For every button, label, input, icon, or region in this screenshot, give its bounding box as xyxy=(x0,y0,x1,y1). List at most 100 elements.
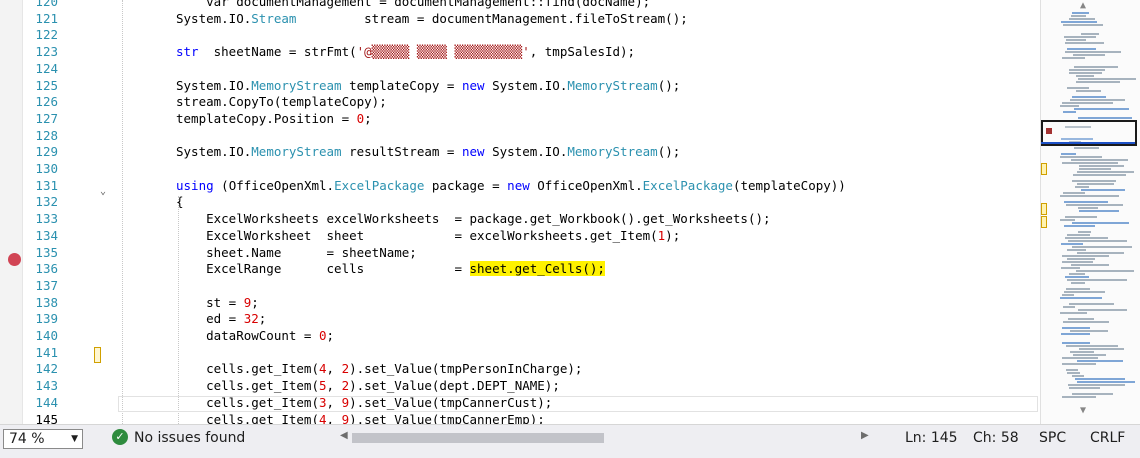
code-line[interactable]: 131 using (OfficeOpenXml.ExcelPackage pac… xyxy=(0,178,1040,194)
code-line[interactable]: 128 xyxy=(0,128,1040,144)
minimap-line xyxy=(1062,102,1113,104)
minimap-line xyxy=(1068,384,1125,386)
minimap-breakpoint-marker xyxy=(1046,128,1052,134)
minimap-line xyxy=(1072,246,1132,248)
code-line[interactable]: 126 stream.CopyTo(templateCopy); xyxy=(0,94,1040,110)
minimap-line xyxy=(1069,303,1114,305)
issues-status[interactable]: No issues found xyxy=(134,428,245,448)
scroll-right-icon[interactable]: ▶ xyxy=(861,430,869,441)
code-line[interactable]: 139 ed = 32; xyxy=(0,311,1040,327)
line-number-indicator[interactable]: Ln: 145 xyxy=(905,428,958,448)
minimap-line xyxy=(1066,204,1123,206)
minimap-line xyxy=(1072,375,1084,377)
whitespace-mode[interactable]: SPC xyxy=(1039,428,1066,448)
line-number: 145 xyxy=(35,411,58,425)
code-line[interactable]: 133 ExcelWorksheets excelWorksheets = pa… xyxy=(0,211,1040,227)
minimap-line xyxy=(1078,117,1132,119)
minimap-line xyxy=(1066,39,1086,41)
minimap-line xyxy=(1073,174,1126,176)
code-line[interactable]: 129 System.IO.MemoryStream resultStream =… xyxy=(0,144,1040,160)
code-line[interactable]: 140 dataRowCount = 0; xyxy=(0,328,1040,344)
minimap-line xyxy=(1060,105,1079,107)
minimap-line xyxy=(1069,387,1100,389)
code-line[interactable]: 141 xyxy=(0,345,1040,361)
code-text: System.IO.MemoryStream resultStream = ne… xyxy=(176,144,681,160)
minimap-scroll-down-icon[interactable]: ▼ xyxy=(1080,405,1086,416)
minimap-line xyxy=(1079,210,1119,212)
minimap-line xyxy=(1063,306,1075,308)
code-line[interactable]: 121 System.IO.Stream stream = documentMan… xyxy=(0,11,1040,27)
minimap-line xyxy=(1074,66,1118,68)
line-ending-mode[interactable]: CRLF xyxy=(1090,428,1125,448)
minimap-line xyxy=(1072,180,1116,182)
code-line[interactable]: 123 str sheetName = strFmt('@▒▒▒▒▒ ▒▒▒▒ ▒… xyxy=(0,44,1040,60)
code-text: str sheetName = strFmt('@▒▒▒▒▒ ▒▒▒▒ ▒▒▒▒… xyxy=(176,44,636,60)
line-number: 136 xyxy=(35,261,58,277)
minimap-line xyxy=(1079,168,1111,170)
minimap-line xyxy=(1063,111,1076,113)
minimap-line xyxy=(1078,78,1136,80)
line-number: 122 xyxy=(35,27,58,43)
minimap-line xyxy=(1063,192,1085,194)
minimap-line xyxy=(1075,378,1125,380)
code-line[interactable]: 130 xyxy=(0,161,1040,177)
code-line[interactable]: 134 ExcelWorksheet sheet = excelWorkshee… xyxy=(0,228,1040,244)
minimap-line xyxy=(1068,240,1127,242)
code-line[interactable]: 143 cells.get_Item(5, 2).set_Value(dept.… xyxy=(0,378,1040,394)
code-text: { xyxy=(176,194,184,210)
minimap-line xyxy=(1078,231,1091,233)
line-number: 143 xyxy=(35,378,58,394)
minimap-line xyxy=(1069,18,1095,20)
scroll-left-icon[interactable]: ◀ xyxy=(340,430,348,441)
minimap-line xyxy=(1062,294,1074,296)
code-line[interactable]: 142 cells.get_Item(4, 2).set_Value(tmpPe… xyxy=(0,361,1040,377)
minimap-line xyxy=(1066,345,1118,347)
minimap-line xyxy=(1074,108,1129,110)
zoom-dropdown[interactable]: 74 % ▼ xyxy=(3,429,83,449)
line-number: 141 xyxy=(35,344,58,360)
line-number: 120 xyxy=(35,0,58,9)
minimap-line xyxy=(1076,81,1120,83)
minimap-line xyxy=(1067,87,1089,89)
line-number: 125 xyxy=(35,77,58,93)
code-line[interactable]: 120 var documentManagement = documentMan… xyxy=(0,0,1040,10)
code-text: st = 9; xyxy=(176,294,259,310)
code-line[interactable]: 122 xyxy=(0,27,1040,43)
line-number: 139 xyxy=(35,311,58,327)
minimap-line xyxy=(1062,327,1090,329)
minimap-line xyxy=(1072,393,1113,395)
code-line[interactable]: 124 xyxy=(0,61,1040,77)
minimap-scroll-up-icon[interactable]: ▲ xyxy=(1080,0,1086,11)
minimap-line xyxy=(1077,360,1123,362)
line-number: 135 xyxy=(35,244,58,260)
current-line-highlight xyxy=(118,396,1038,412)
minimap-line xyxy=(1066,288,1090,290)
code-editor[interactable]: 120 var documentManagement = documentMan… xyxy=(0,0,1140,424)
check-circle-icon[interactable]: ✓ xyxy=(112,429,128,445)
minimap-line xyxy=(1081,33,1099,35)
line-number: 123 xyxy=(35,44,58,60)
line-number: 124 xyxy=(35,60,58,76)
code-line[interactable]: 138 st = 9; xyxy=(0,295,1040,311)
minimap-line xyxy=(1077,183,1114,185)
collapse-chevron-icon[interactable]: ⌄ xyxy=(100,187,108,197)
horizontal-scrollbar-thumb[interactable] xyxy=(352,433,604,443)
code-line[interactable]: 135 sheet.Name = sheetName; xyxy=(0,245,1040,261)
code-line[interactable]: 125 System.IO.MemoryStream templateCopy =… xyxy=(0,78,1040,94)
minimap-line xyxy=(1071,264,1109,266)
code-line[interactable]: 127 templateCopy.Position = 0; xyxy=(0,111,1040,127)
minimap-line xyxy=(1074,147,1099,149)
minimap-line xyxy=(1065,42,1104,44)
code-text: System.IO.MemoryStream templateCopy = ne… xyxy=(176,77,681,93)
code-line[interactable]: 136 ExcelRange cells = sheet.get_Cells()… xyxy=(0,261,1040,277)
minimap-line xyxy=(1075,186,1089,188)
breakpoint-icon[interactable] xyxy=(8,253,21,266)
code-line[interactable]: 145 cells.get_Item(4, 9).set_Value(tmpCa… xyxy=(0,412,1040,425)
column-indicator[interactable]: Ch: 58 xyxy=(973,428,1019,448)
code-line[interactable]: 137 xyxy=(0,278,1040,294)
minimap-line xyxy=(1060,297,1102,299)
minimap-line xyxy=(1078,207,1098,209)
code-line[interactable]: 132 { xyxy=(0,194,1040,210)
minimap-line xyxy=(1067,372,1080,374)
code-text: ExcelRange cells = sheet.get_Cells(); xyxy=(176,261,605,277)
